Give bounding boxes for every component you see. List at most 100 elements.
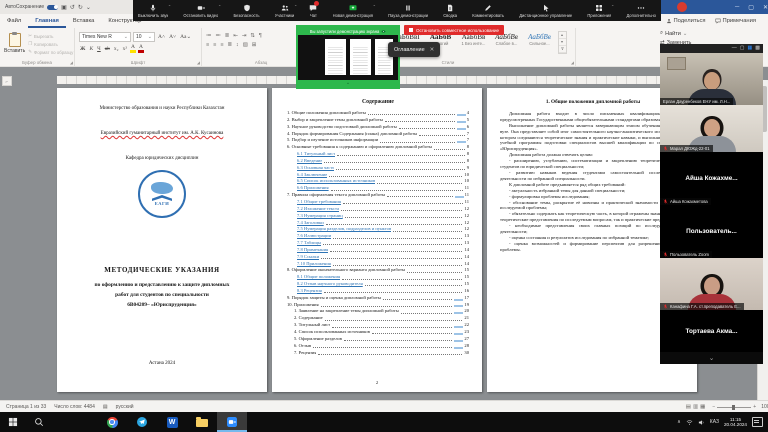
tab-файл[interactable]: Файл	[0, 14, 28, 28]
document-page-2[interactable]: Содержание 1. Общие положения дипломной …	[272, 88, 482, 392]
tab-вставка[interactable]: Вставка	[66, 14, 102, 28]
cut-button[interactable]: ✂Вырезать	[28, 33, 73, 39]
toc-entry[interactable]: 2. Выбор и закрепление темы дипломной ра…	[287, 117, 469, 124]
borders-button[interactable]: ⊞	[252, 42, 257, 48]
toc-entry[interactable]: 7.10 Приложения14	[287, 261, 469, 268]
find-button[interactable]: ⌕Найти⌄	[660, 30, 691, 37]
copy-button[interactable]: ❐Копировать	[28, 41, 73, 47]
comments-button[interactable]: Примечания	[715, 18, 756, 24]
zoom-slider-thumb[interactable]	[732, 405, 735, 410]
zoom-toolbar-remote-control-button[interactable]: Дистанционное управление	[517, 0, 574, 21]
strip-grid-view-icon[interactable]: ▦	[748, 44, 753, 53]
zoom-slider[interactable]: − +	[712, 404, 756, 410]
zoom-toolbar-camera-button[interactable]: Остановить видео⌄	[181, 0, 220, 21]
chevron-down-icon[interactable]: ⌄	[373, 2, 376, 7]
wifi-icon[interactable]	[686, 419, 693, 426]
share-preview-collapse[interactable]: ⌄	[298, 80, 398, 87]
toc-entry[interactable]: 7.9 Ссылки14	[287, 254, 469, 261]
toc-entry[interactable]: 10. Приложения19	[287, 302, 469, 309]
align-left-button[interactable]: ≡	[206, 42, 209, 48]
toc-entry[interactable]: 3. Научное руководство подготовкой дипло…	[287, 124, 469, 131]
strip-collapse-button[interactable]: ⌄	[660, 352, 763, 364]
italic-button[interactable]: К	[88, 46, 94, 52]
toc-entry[interactable]: 4. Список использованных источников23	[287, 329, 469, 336]
taskbar-zoom-button[interactable]	[217, 412, 247, 432]
tray-expand-icon[interactable]: ∧	[677, 419, 681, 425]
paste-button[interactable]: Вставить	[4, 30, 25, 57]
chevron-down-icon[interactable]: ⌄	[168, 2, 171, 7]
toc-entry[interactable]: 6. Отзыв28	[287, 343, 469, 350]
page-count-status[interactable]: Страница 1 из 33	[6, 404, 46, 410]
redo-icon[interactable]: ↻	[78, 4, 83, 11]
zoom-toolbar-summary-button[interactable]: Сводка	[441, 0, 459, 21]
zoom-toolbar-share-screen-button[interactable]: Новая демонстрация⌄	[331, 0, 375, 21]
proofing-icon[interactable]: ▤	[103, 404, 108, 410]
styles-gallery-scroll[interactable]: ▴▾⊽	[558, 31, 567, 54]
account-avatar[interactable]	[677, 2, 687, 12]
toc-entry[interactable]: 7.7 Таблицы13	[287, 240, 469, 247]
participant-tile[interactable]: Канафина Г.А. ст.преподаватель Е...	[660, 258, 763, 310]
participant-tile[interactable]: Тортаева Акма...	[660, 310, 763, 352]
bullet-list-button[interactable]: ≔	[206, 33, 211, 39]
toc-entry[interactable]: 1. Общие положения дипломной работы4	[287, 110, 469, 117]
view-mode-buttons[interactable]: ▤▥▦	[686, 404, 708, 410]
stop-share-button[interactable]: Остановить совместное использование	[404, 25, 504, 35]
zoom-toolbar-more-button[interactable]: Дополнительно	[624, 0, 657, 21]
toc-entry[interactable]: 6.3 Основная часть9	[287, 165, 469, 172]
toc-entry[interactable]: 7.3 Нумерация страниц12	[287, 213, 469, 220]
autosave-toggle[interactable]	[47, 5, 58, 10]
toc-entry[interactable]: 5. Оформление разделов27	[287, 336, 469, 343]
notification-center-icon[interactable]	[752, 417, 763, 427]
toc-entry[interactable]: 7. Правила оформления текста дипломной р…	[287, 192, 469, 199]
decrease-indent-button[interactable]: ⇤	[233, 33, 238, 39]
align-right-button[interactable]: ≡	[220, 42, 223, 48]
share-button[interactable]: Поделиться	[666, 18, 706, 24]
zoom-out-icon[interactable]: −	[712, 404, 715, 410]
toc-entry[interactable]: 8.2 Отзыв научного руководителя15	[287, 281, 469, 288]
strip-restore-icon[interactable]: ▢	[740, 44, 745, 53]
paragraph-marks-button[interactable]: ¶	[259, 33, 262, 39]
font-size-select[interactable]: 10⌄	[133, 32, 155, 42]
justify-button[interactable]: ≣	[227, 42, 232, 48]
zoom-toolbar-apps-button[interactable]: Приложения⌄	[585, 0, 613, 21]
toc-entry[interactable]: 7.1 Общие требования11	[287, 199, 469, 206]
strip-gallery-view-icon[interactable]: ▩	[755, 44, 760, 53]
participant-tile[interactable]: Айша Кожахме...Айша Кожахметова	[660, 152, 763, 205]
participant-tile[interactable]: Пользователь...Пользователь Zoom	[660, 205, 763, 258]
zoom-toolbar-annotate-button[interactable]: Комментировать	[470, 0, 506, 21]
undo-icon[interactable]: ↺	[70, 4, 75, 11]
clipboard-dialog-launcher-icon[interactable]: ◢	[70, 60, 73, 65]
toc-entry[interactable]: 8.1 Общие положения15	[287, 274, 469, 281]
toc-entry[interactable]: 6.4 Заключение10	[287, 172, 469, 179]
toc-entry[interactable]: 6.5 Список использованных источников10	[287, 178, 469, 185]
word-count-status[interactable]: Число слов: 4484	[54, 404, 95, 410]
toc-entry[interactable]: 3. Титульный лист22	[287, 322, 469, 329]
highlight-color-button[interactable]: А	[130, 44, 136, 53]
taskbar-messenger-button[interactable]	[127, 412, 157, 432]
toc-entry[interactable]: 7.5 Нумерация разделов, подразделов и пу…	[287, 226, 469, 233]
toc-entry[interactable]: 7.2 Изложение текста12	[287, 206, 469, 213]
toc-entry[interactable]: 1. Заявление на закрепление темы дипломн…	[287, 308, 469, 315]
toc-entry[interactable]: 6.1 Титульный лист8	[287, 151, 469, 158]
maximize-button[interactable]: ▢	[748, 4, 754, 11]
subscript-button[interactable]: x₂	[113, 46, 120, 52]
taskbar-search-button[interactable]	[26, 412, 52, 432]
numbered-list-button[interactable]: ≕	[215, 33, 220, 39]
screen-share-preview-window[interactable]: Вы запустили демонстрацию экрана ⌄	[296, 25, 400, 89]
document-canvas[interactable]: Министерство образования и науки Республ…	[0, 80, 768, 400]
toc-entry[interactable]: 7.8 Примечания14	[287, 247, 469, 254]
language-indicator[interactable]: КАЗ	[710, 419, 719, 425]
toc-entry[interactable]: 6.6 Приложения11	[287, 185, 469, 192]
language-status[interactable]: русский	[116, 404, 134, 410]
align-center-button[interactable]: ≡	[213, 42, 216, 48]
shading-button[interactable]: ▨	[243, 42, 248, 48]
toc-entry[interactable]: 2. Содержание21	[287, 315, 469, 322]
zoom-level[interactable]: 100%	[761, 404, 768, 410]
participant-video-strip[interactable]: —▢▦▩ Ерлан Дауренбеков ЕНУ им. Л.Н...Мар…	[660, 44, 763, 364]
toc-entry[interactable]: 6.2 Введение8	[287, 158, 469, 165]
font-color-button[interactable]: А	[138, 44, 144, 53]
zoom-toolbar-participants-button[interactable]: Участники⌄	[273, 0, 297, 21]
taskbar-chrome-button[interactable]	[97, 412, 127, 432]
zoom-toolbar-chat-button[interactable]: Чат	[307, 0, 319, 21]
document-page-1[interactable]: Министерство образования и науки Республ…	[57, 88, 267, 392]
